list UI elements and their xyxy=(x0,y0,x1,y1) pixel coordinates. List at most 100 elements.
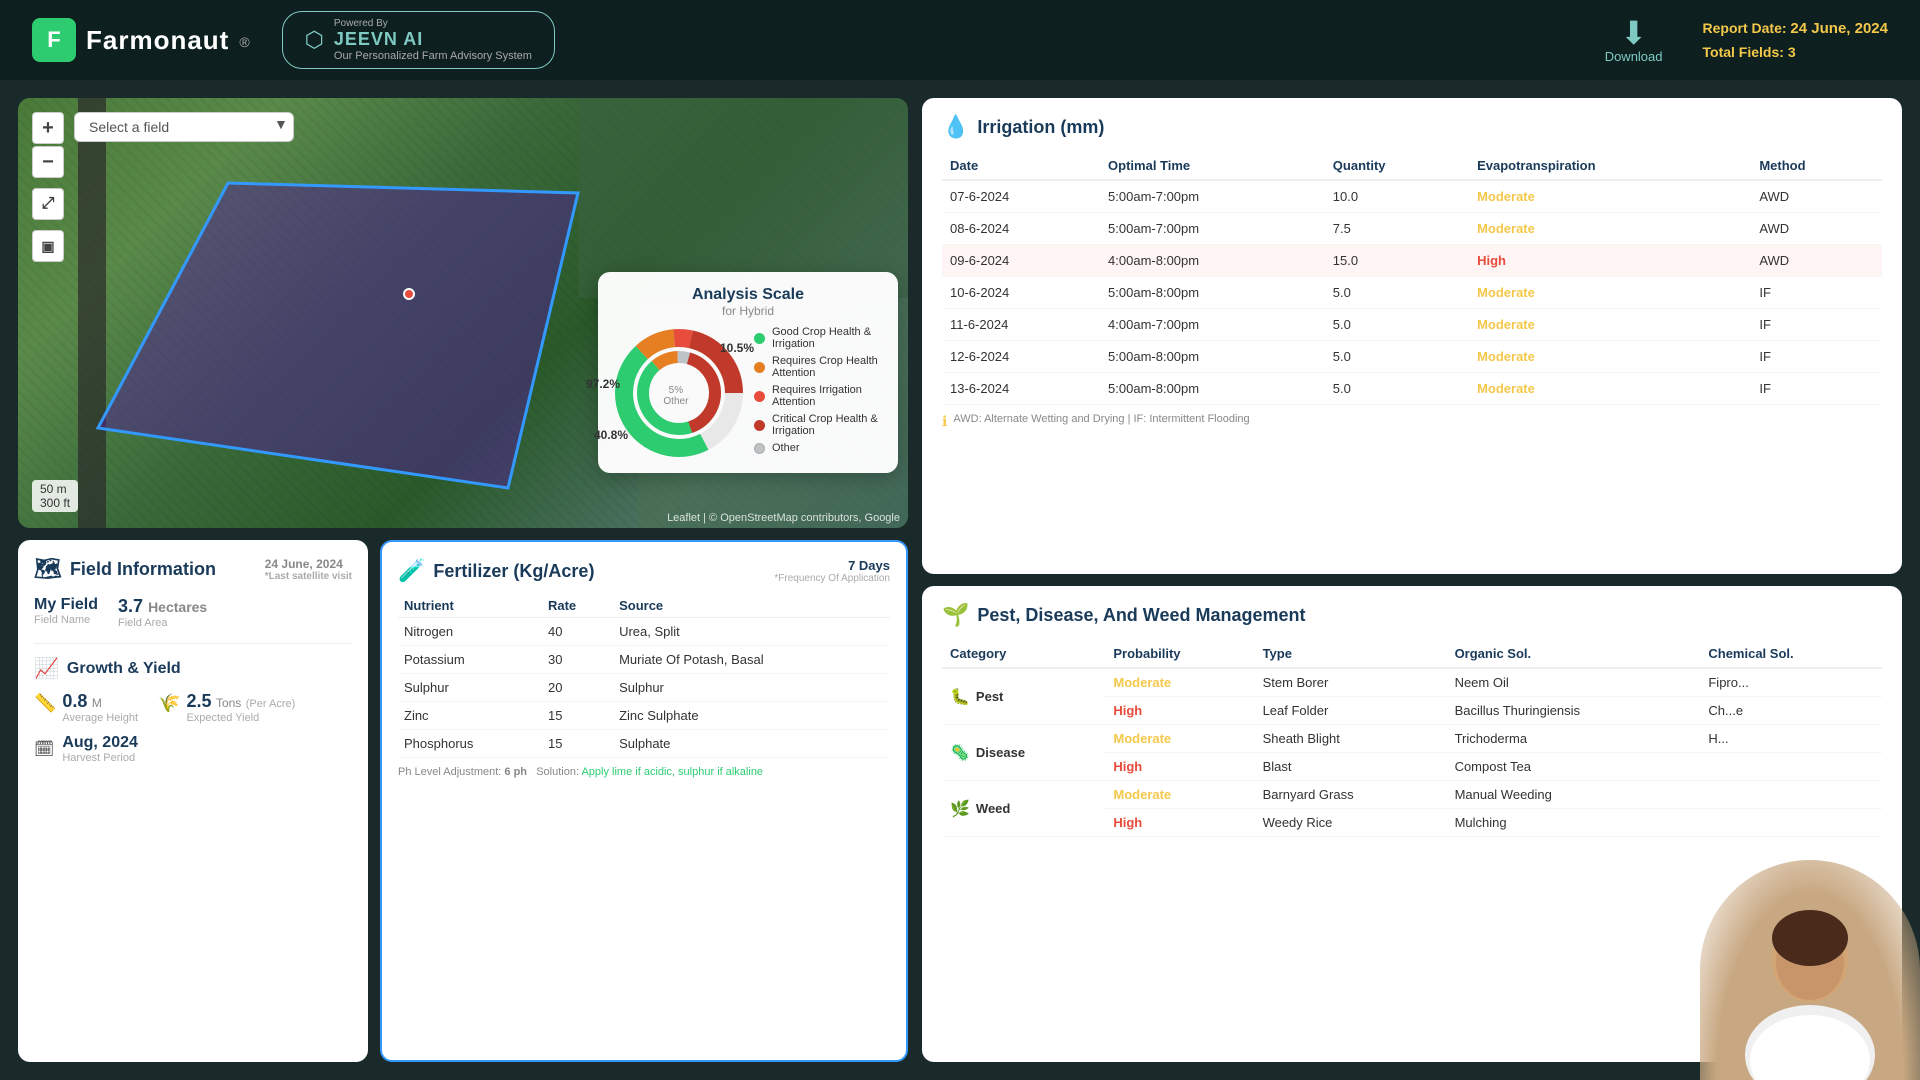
map-expand-button[interactable]: ⤢ xyxy=(32,188,64,220)
irr-time: 5:00am-8:00pm xyxy=(1100,277,1325,309)
pest-col-probability: Probability xyxy=(1105,640,1254,668)
legend-item-good: Good Crop Health & Irrigation xyxy=(754,326,882,350)
logo-icon: F xyxy=(32,18,76,62)
harvest-period-label: Harvest Period xyxy=(62,752,138,764)
irrigation-row: 10-6-2024 5:00am-8:00pm 5.0 Moderate IF xyxy=(942,277,1882,309)
pest-organic: Manual Weeding xyxy=(1447,781,1701,809)
field-select[interactable]: Select a field xyxy=(74,112,294,142)
fertilizer-title: 🧪 Fertilizer (Kg/Acre) xyxy=(398,558,594,584)
report-date-label: Report Date: xyxy=(1703,20,1787,36)
fert-source: Sulphur xyxy=(613,674,890,702)
growth-yield-section: 📈 Growth & Yield 📏 0.8 M Average Hei xyxy=(34,643,352,764)
pest-type: Weedy Rice xyxy=(1255,809,1447,837)
pest-organic: Neem Oil xyxy=(1447,668,1701,697)
fertilizer-row: Potassium 30 Muriate Of Potash, Basal xyxy=(398,646,890,674)
irr-date: 10-6-2024 xyxy=(942,277,1100,309)
map-layer-button[interactable]: ▣ xyxy=(32,230,64,262)
irr-time: 4:00am-8:00pm xyxy=(1100,245,1325,277)
info-icon: ℹ xyxy=(942,413,947,430)
download-button[interactable]: ⬇ Download xyxy=(1605,17,1663,64)
irrigation-row: 13-6-2024 5:00am-8:00pm 5.0 Moderate IF xyxy=(942,373,1882,405)
harvest-period-row: 🗓 Aug, 2024 Harvest Period xyxy=(34,734,352,764)
main-content: + − ⤢ ▣ Select a field ▼ 50 m 300 ft Lea… xyxy=(0,80,1920,1080)
fertilizer-row: Sulphur 20 Sulphur xyxy=(398,674,890,702)
pest-probability: Moderate xyxy=(1105,668,1254,697)
fertilizer-days: 7 Days *Frequency Of Application xyxy=(774,558,890,584)
total-fields-label: Total Fields: xyxy=(1703,44,1784,60)
pest-probability: Moderate xyxy=(1105,725,1254,753)
irr-et: Moderate xyxy=(1469,213,1751,245)
pest-chemical: H... xyxy=(1700,725,1882,753)
irr-method: AWD xyxy=(1751,213,1882,245)
irr-time: 5:00am-7:00pm xyxy=(1100,213,1325,245)
irr-date: 11-6-2024 xyxy=(942,309,1100,341)
irr-col-date: Date xyxy=(942,152,1100,180)
pest-col-type: Type xyxy=(1255,640,1447,668)
jeevn-powered-text: Powered By JEEVN AI Our Personalized Far… xyxy=(334,18,532,62)
expected-yield-val: 2.5 xyxy=(186,691,211,711)
fert-source: Muriate Of Potash, Basal xyxy=(613,646,890,674)
pest-organic: Mulching xyxy=(1447,809,1701,837)
irr-method: AWD xyxy=(1751,180,1882,213)
irr-date: 13-6-2024 xyxy=(942,373,1100,405)
avg-height-val: 0.8 xyxy=(62,691,87,711)
total-fields-value: 3 xyxy=(1788,44,1796,60)
growth-yield-title: 📈 Growth & Yield xyxy=(34,656,352,681)
irrigation-note: ℹ AWD: Alternate Wetting and Drying | IF… xyxy=(942,413,1882,430)
irrigation-row: 11-6-2024 4:00am-7:00pm 5.0 Moderate IF xyxy=(942,309,1882,341)
ph-value: 6 ph xyxy=(504,766,527,778)
pest-category: 🌿 Weed xyxy=(942,781,1105,837)
irr-method: IF xyxy=(1751,309,1882,341)
download-label: Download xyxy=(1605,49,1663,64)
donut-chart: 97.2% 10.5% 40.8% 5%Other xyxy=(614,328,744,458)
field-info-panel: 🗺 Field Information 24 June, 2024 *Last … xyxy=(18,540,368,1062)
field-area-unit: Hectares xyxy=(148,599,207,615)
irr-qty: 15.0 xyxy=(1325,245,1469,277)
irr-time: 5:00am-8:00pm xyxy=(1100,373,1325,405)
expected-yield-label: Expected Yield xyxy=(186,712,295,724)
analysis-scale-title: Analysis Scale xyxy=(614,286,882,304)
jeevn-name: JEEVN AI xyxy=(334,29,532,50)
zoom-in-button[interactable]: + xyxy=(32,112,64,144)
fertilizer-table: Nutrient Rate Source Nitrogen 40 Urea, S… xyxy=(398,594,890,758)
irr-et: Moderate xyxy=(1469,180,1751,213)
field-name-value: My Field xyxy=(34,596,98,614)
avg-height-metric: 📏 0.8 M Average Height xyxy=(34,691,138,724)
map-controls: + − ⤢ ▣ xyxy=(32,112,64,262)
pest-organic: Trichoderma xyxy=(1447,725,1701,753)
irr-qty: 5.0 xyxy=(1325,373,1469,405)
irrigation-row: 07-6-2024 5:00am-7:00pm 10.0 Moderate AW… xyxy=(942,180,1882,213)
pest-chemical xyxy=(1700,753,1882,781)
analysis-legend: Good Crop Health & Irrigation Requires C… xyxy=(754,326,882,459)
pest-probability: High xyxy=(1105,697,1254,725)
harvest-period-val: Aug, 2024 xyxy=(62,734,138,752)
map-container[interactable]: + − ⤢ ▣ Select a field ▼ 50 m 300 ft Lea… xyxy=(18,98,908,528)
pest-chemical: Fipro... xyxy=(1700,668,1882,697)
app-header: F Farmonaut® ⬡ Powered By JEEVN AI Our P… xyxy=(0,0,1920,80)
pest-category: 🦠 Disease xyxy=(942,725,1105,781)
fert-rate: 40 xyxy=(542,618,613,646)
fert-source: Sulphate xyxy=(613,730,890,758)
logo-reg: ® xyxy=(239,34,249,50)
scale-meters: 50 m xyxy=(40,482,70,496)
expected-yield-unit: Tons xyxy=(216,696,241,710)
fertilizer-row: Phosphorus 15 Sulphate xyxy=(398,730,890,758)
irr-col-method: Method xyxy=(1751,152,1882,180)
fert-col-rate: Rate xyxy=(542,594,613,618)
legend-item-critical: Critical Crop Health & Irrigation xyxy=(754,413,882,437)
irr-qty: 7.5 xyxy=(1325,213,1469,245)
pest-chemical: Ch...e xyxy=(1700,697,1882,725)
pest-col-chemical: Chemical Sol. xyxy=(1700,640,1882,668)
donut-label-5other: 5%Other xyxy=(663,385,688,407)
yield-icon: 🌾 xyxy=(158,693,180,714)
legend-label-good: Good Crop Health & Irrigation xyxy=(772,326,882,350)
legend-label-critical: Critical Crop Health & Irrigation xyxy=(772,413,882,437)
pest-type: Stem Borer xyxy=(1255,668,1447,697)
report-info: Report Date: 24 June, 2024 Total Fields:… xyxy=(1703,17,1888,63)
irr-date: 08-6-2024 xyxy=(942,213,1100,245)
donut-label-105: 10.5% xyxy=(720,341,754,355)
irrigation-icon: 💧 xyxy=(942,114,969,140)
solution-value: Apply lime if acidic, sulphur if alkalin… xyxy=(581,766,763,778)
irr-method: IF xyxy=(1751,341,1882,373)
zoom-out-button[interactable]: − xyxy=(32,146,64,178)
